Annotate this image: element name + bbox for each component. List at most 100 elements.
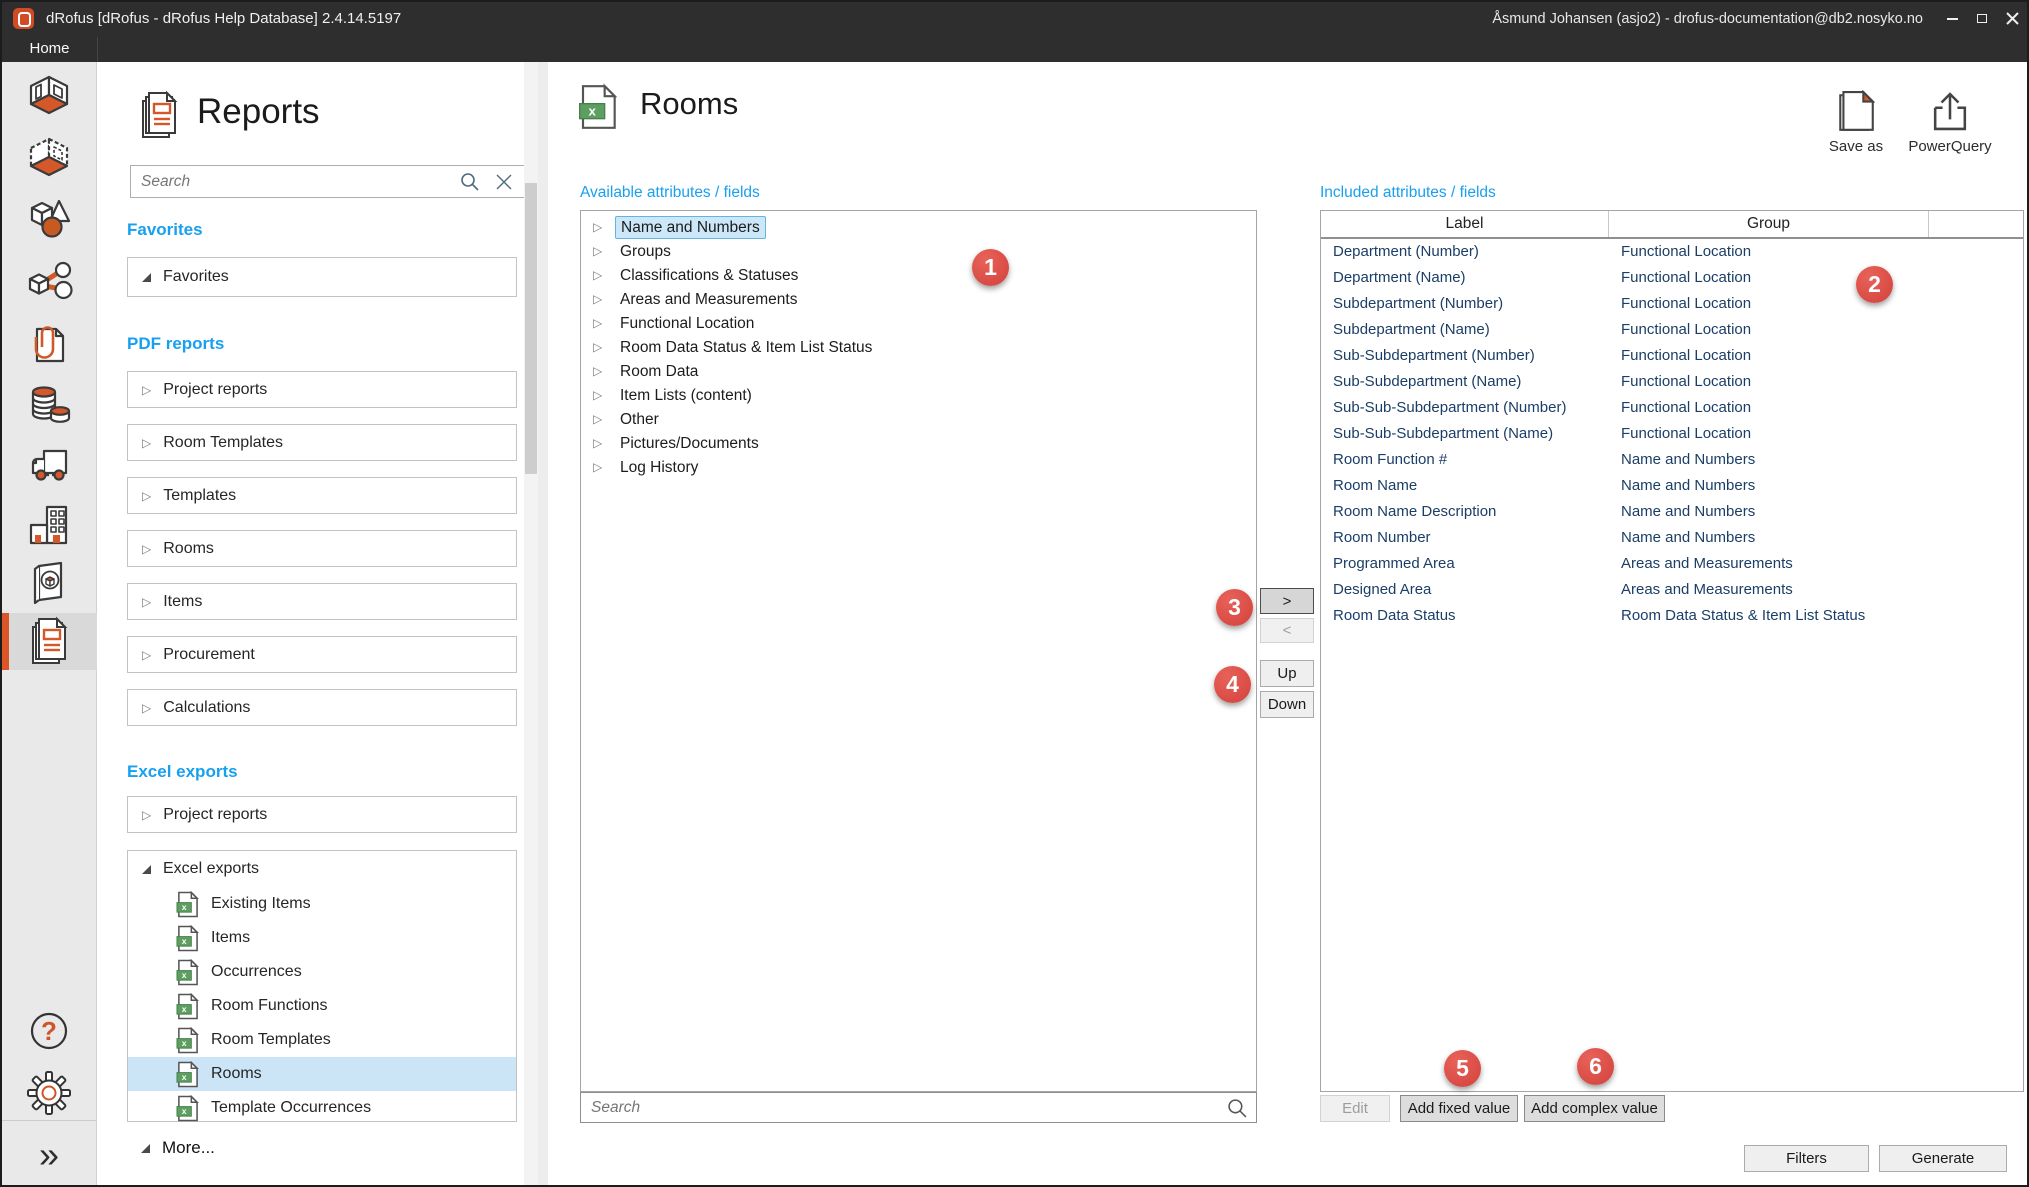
clear-search-icon[interactable]	[494, 172, 514, 192]
tree-item-classifications[interactable]: ▷ Classifications & Statuses	[581, 263, 1256, 287]
settings-button[interactable]	[16, 1068, 82, 1118]
nav-rooms-button[interactable]	[16, 71, 82, 121]
more-item[interactable]: More...	[141, 1138, 215, 1158]
excel-item-project-reports[interactable]: ▷ Project reports	[127, 796, 517, 833]
scrollbar-thumb[interactable]	[525, 183, 537, 474]
add-complex-value-button[interactable]: Add complex value	[1524, 1095, 1665, 1122]
pdf-item-rooms[interactable]: ▷ Rooms	[127, 530, 517, 567]
annotation-badge-2: 2	[1856, 266, 1893, 303]
pdf-reports-heading: PDF reports	[127, 334, 224, 354]
excel-child-room-templates[interactable]: x Room Templates	[128, 1023, 516, 1057]
tree-item-functional-location[interactable]: ▷ Functional Location	[581, 311, 1256, 335]
nav-procurement-button[interactable]	[16, 440, 82, 490]
tree-item-name-and-numbers[interactable]: ▷ Name and Numbers	[581, 215, 1256, 239]
chevron-right-icon: ▷	[142, 809, 151, 821]
nav-reports-button[interactable]	[16, 616, 82, 666]
panel-title: Reports	[197, 92, 320, 132]
maximize-button[interactable]	[1967, 2, 1997, 35]
search-icon[interactable]	[1227, 1098, 1248, 1119]
table-row[interactable]: Room Function # Name and Numbers	[1321, 447, 2023, 473]
tree-item-groups[interactable]: ▷ Groups	[581, 239, 1256, 263]
pdf-item-procurement[interactable]: ▷ Procurement	[127, 636, 517, 673]
nav-room-templates-button[interactable]	[16, 133, 82, 183]
move-right-button[interactable]: >	[1260, 588, 1314, 614]
move-up-button[interactable]: Up	[1260, 660, 1314, 687]
chevron-right-icon: ▷	[593, 461, 607, 473]
panel-scrollbar[interactable]	[524, 62, 538, 1187]
excel-file-icon: x	[176, 1095, 199, 1122]
excel-child-occurrences[interactable]: x Occurrences	[128, 955, 516, 989]
nav-occurrences-button[interactable]	[16, 258, 82, 308]
table-row[interactable]: Sub-Subdepartment (Number) Functional Lo…	[1321, 343, 2023, 369]
tree-item-log-history[interactable]: ▷ Log History	[581, 455, 1256, 479]
favorites-group[interactable]: Favorites	[127, 257, 517, 297]
tree-item-other[interactable]: ▷ Other	[581, 407, 1256, 431]
help-button[interactable]: ?	[16, 1006, 82, 1056]
tree-item-room-data[interactable]: ▷ Room Data	[581, 359, 1256, 383]
table-row[interactable]: Subdepartment (Number) Functional Locati…	[1321, 291, 2023, 317]
tree-item-room-data-status[interactable]: ▷ Room Data Status & Item List Status	[581, 335, 1256, 359]
search-icon[interactable]	[460, 172, 480, 192]
excel-child-rooms-selected[interactable]: x Rooms	[128, 1057, 516, 1091]
column-header-label[interactable]: Label	[1321, 211, 1609, 237]
save-as-button[interactable]: Save as	[1806, 90, 1906, 155]
excel-file-icon: x	[176, 959, 199, 986]
excel-exports-group-header[interactable]: Excel exports	[128, 851, 516, 887]
powerquery-button[interactable]: PowerQuery	[1900, 90, 2000, 155]
excel-child-template-occurrences[interactable]: x Template Occurrences	[128, 1091, 516, 1125]
table-row[interactable]: Department (Name) Functional Location	[1321, 265, 2023, 291]
table-row[interactable]: Subdepartment (Name) Functional Location	[1321, 317, 2023, 343]
move-down-button[interactable]: Down	[1260, 691, 1314, 718]
table-row[interactable]: Room Name Description Name and Numbers	[1321, 499, 2023, 525]
excel-child-items[interactable]: x Items	[128, 921, 516, 955]
menubar: Home	[2, 35, 2027, 62]
buildings-icon	[25, 501, 73, 549]
table-row[interactable]: Room Data Status Room Data Status & Item…	[1321, 603, 2023, 629]
excel-file-icon: x	[176, 1027, 199, 1054]
pdf-item-project-reports[interactable]: ▷ Project reports	[127, 371, 517, 408]
column-header-group[interactable]: Group	[1609, 211, 1929, 237]
panel-separator	[538, 62, 548, 1187]
pdf-item-items[interactable]: ▷ Items	[127, 583, 517, 620]
generate-button[interactable]: Generate	[1879, 1145, 2007, 1172]
tree-item-item-lists[interactable]: ▷ Item Lists (content)	[581, 383, 1256, 407]
nav-documents-button[interactable]	[16, 320, 82, 370]
menu-home-tab[interactable]: Home	[2, 35, 97, 62]
table-header: Label Group	[1321, 211, 2023, 239]
pdf-item-templates[interactable]: ▷ Templates	[127, 477, 517, 514]
excel-file-icon: x	[176, 925, 199, 952]
column-header-empty[interactable]	[1929, 211, 2023, 237]
table-row[interactable]: Department (Number) Functional Location	[1321, 239, 2023, 265]
filters-button[interactable]: Filters	[1744, 1145, 1869, 1172]
pdf-item-room-templates[interactable]: ▷ Room Templates	[127, 424, 517, 461]
save-as-icon	[1837, 90, 1875, 134]
expand-sidebar-button[interactable]: »	[16, 1130, 82, 1180]
table-row[interactable]: Programmed Area Areas and Measurements	[1321, 551, 2023, 577]
close-icon	[2006, 12, 2019, 25]
pdf-item-calculations[interactable]: ▷ Calculations	[127, 689, 517, 726]
nav-finance-button[interactable]	[16, 381, 82, 431]
excel-child-existing-items[interactable]: x Existing Items	[128, 887, 516, 921]
table-row[interactable]: Sub-Subdepartment (Name) Functional Loca…	[1321, 369, 2023, 395]
procurement-icon	[25, 441, 73, 489]
nav-items-button[interactable]	[16, 193, 82, 243]
nav-buildings-button[interactable]	[16, 500, 82, 550]
reports-search-input[interactable]	[141, 166, 436, 197]
annotation-badge-6: 6	[1577, 1048, 1614, 1085]
tree-item-pictures-documents[interactable]: ▷ Pictures/Documents	[581, 431, 1256, 455]
table-row[interactable]: Room Name Name and Numbers	[1321, 473, 2023, 499]
table-row[interactable]: Sub-Sub-Subdepartment (Name) Functional …	[1321, 421, 2023, 447]
attributes-search-box	[580, 1092, 1257, 1123]
add-fixed-value-button[interactable]: Add fixed value	[1400, 1095, 1518, 1122]
move-left-button[interactable]: <	[1260, 618, 1314, 643]
table-row[interactable]: Sub-Sub-Subdepartment (Number) Functiona…	[1321, 395, 2023, 421]
table-row[interactable]: Room Number Name and Numbers	[1321, 525, 2023, 551]
nav-systems-button[interactable]	[16, 558, 82, 608]
close-button[interactable]	[1997, 2, 2027, 35]
attributes-search-input[interactable]	[591, 1093, 1199, 1122]
excel-child-room-functions[interactable]: x Room Functions	[128, 989, 516, 1023]
edit-button[interactable]: Edit	[1320, 1095, 1390, 1122]
table-row[interactable]: Designed Area Areas and Measurements	[1321, 577, 2023, 603]
tree-item-areas[interactable]: ▷ Areas and Measurements	[581, 287, 1256, 311]
minimize-button[interactable]	[1937, 2, 1967, 35]
